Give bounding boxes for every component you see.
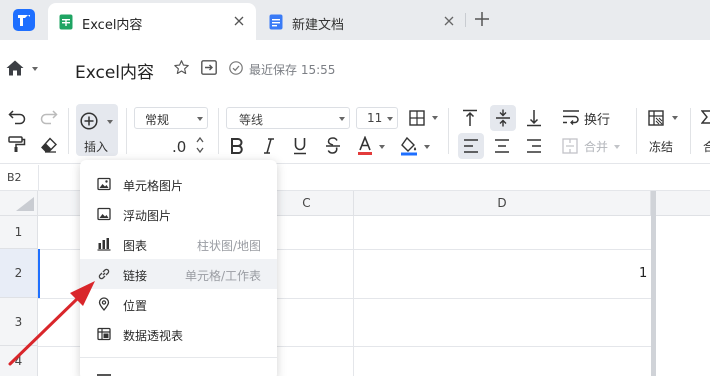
annotation-arrow bbox=[8, 281, 95, 366]
